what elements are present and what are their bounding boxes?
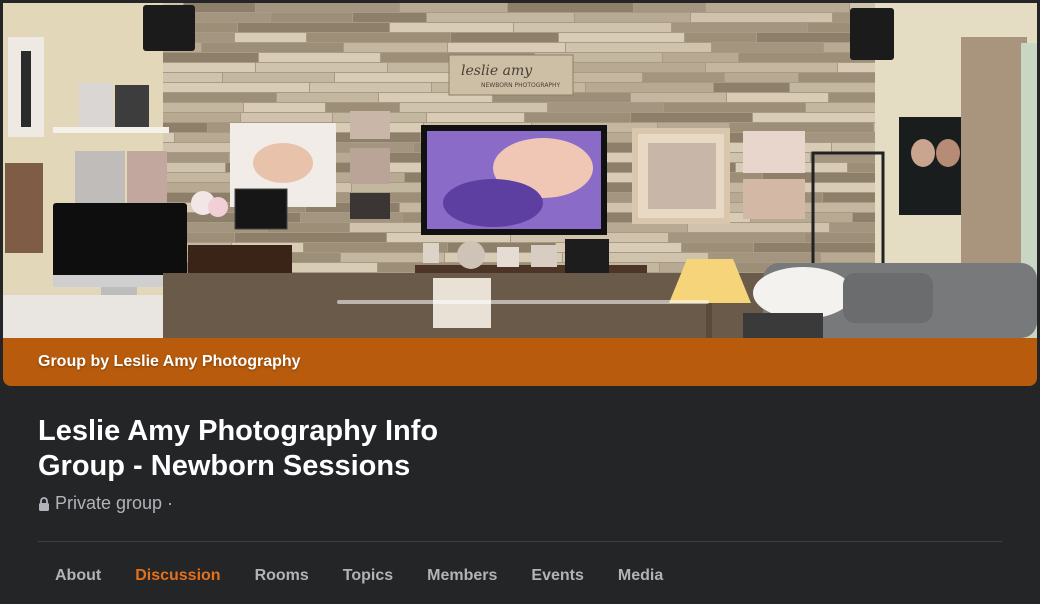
tabs-divider [38, 541, 1002, 542]
cover-photo[interactable]: leslie amy NEWBORN PHOTOGRAPHY Group by … [3, 3, 1037, 386]
tab-about[interactable]: About [38, 556, 118, 596]
tab-rooms[interactable]: Rooms [238, 556, 326, 596]
lock-icon [38, 496, 50, 511]
group-meta: Private group · [38, 493, 173, 514]
tab-discussion[interactable]: Discussion [118, 556, 237, 596]
studio-photo: leslie amy NEWBORN PHOTOGRAPHY [3, 3, 1037, 338]
cover-owner-label[interactable]: Group by Leslie Amy Photography [38, 353, 301, 371]
cover-owner-band[interactable]: Group by Leslie Amy Photography [3, 338, 1037, 386]
privacy-label[interactable]: Private group [55, 493, 162, 514]
tab-topics[interactable]: Topics [326, 556, 410, 596]
meta-separator: · [167, 493, 174, 513]
tab-media[interactable]: Media [601, 556, 680, 596]
group-title[interactable]: Leslie Amy Photography Info Group - Newb… [38, 414, 498, 484]
cover-sign-line1: leslie amy [461, 63, 533, 79]
group-tabs: About Discussion Rooms Topics Members Ev… [38, 556, 680, 596]
cover-sign-line2: NEWBORN PHOTOGRAPHY [481, 82, 561, 89]
tab-events[interactable]: Events [514, 556, 600, 596]
tab-members[interactable]: Members [410, 556, 514, 596]
group-page: leslie amy NEWBORN PHOTOGRAPHY Group by … [0, 0, 1040, 604]
